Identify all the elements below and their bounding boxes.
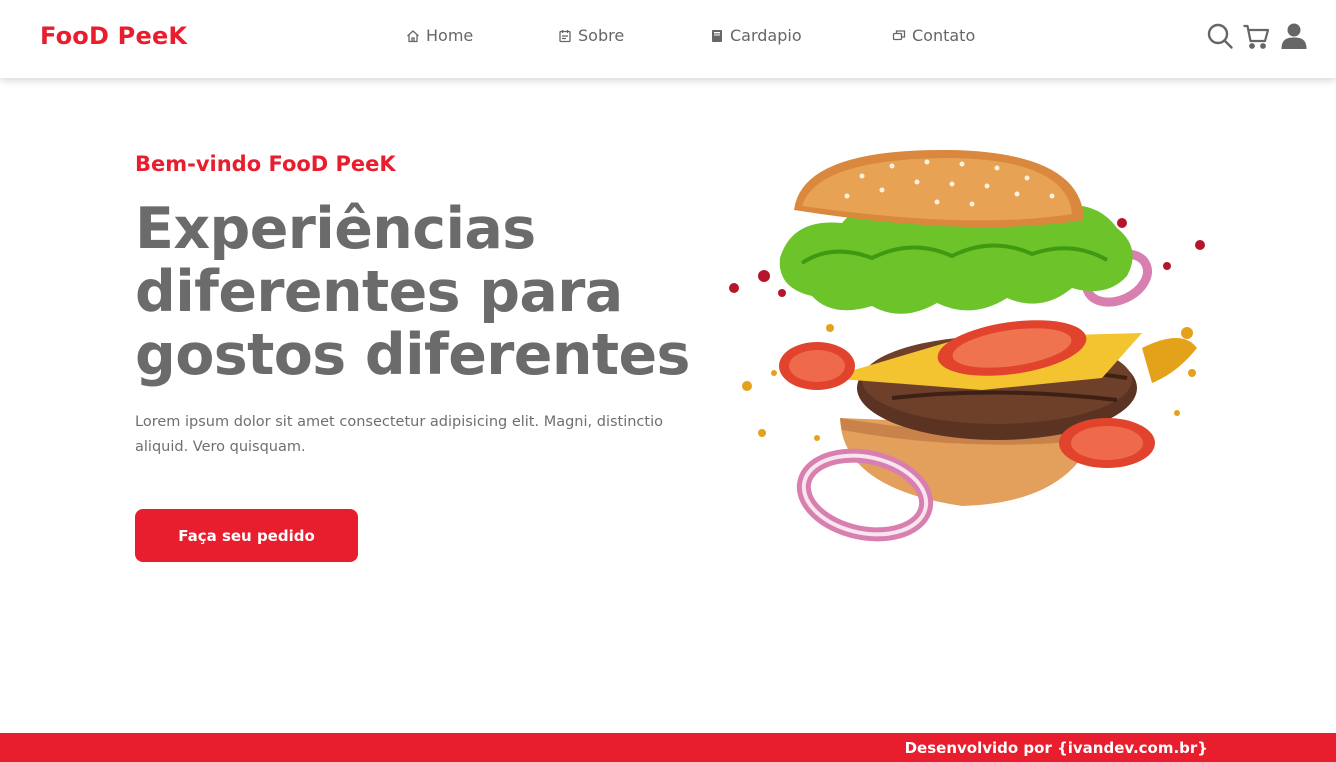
navbar: FooD PeeK Home Sobre Cardapio Contato: [0, 0, 1336, 78]
nav-item-label: Sobre: [578, 26, 625, 45]
book-icon: [712, 29, 722, 42]
nav-item-sobre[interactable]: Sobre: [558, 26, 624, 45]
search-icon[interactable]: [1206, 22, 1234, 50]
home-icon: [407, 29, 419, 42]
nav-item-home[interactable]: Home: [406, 26, 473, 45]
cart-icon[interactable]: [1242, 22, 1270, 50]
order-button[interactable]: Faça seu pedido: [135, 509, 358, 562]
footer: Desenvolvido por {ivandev.com.br}: [0, 733, 1336, 762]
user-icon[interactable]: [1280, 22, 1308, 50]
hero-description: Lorem ipsum dolor sit amet consectetur a…: [135, 414, 663, 455]
nav-item-label: Cardapio: [730, 26, 802, 45]
footer-credit[interactable]: Desenvolvido por {ivandev.com.br}: [905, 739, 1208, 757]
burger-image: [729, 149, 1205, 542]
hero-title: Experiências diferentes para gostos dife…: [135, 198, 735, 387]
logo[interactable]: FooD PeeK: [40, 22, 187, 50]
hero-title-line: Experiências: [135, 196, 536, 262]
nav-item-label: Contato: [912, 26, 976, 45]
nav-item-label: Home: [426, 26, 474, 45]
calendar-icon: [559, 29, 571, 42]
hero-title-line: gostos diferentes: [135, 322, 690, 388]
nav-item-contato[interactable]: Contato: [892, 26, 975, 45]
hero-subtitle: Bem-vindo FooD PeeK: [135, 152, 396, 176]
nav-item-cardapio[interactable]: Cardapio: [710, 26, 802, 45]
chat-icon: [892, 29, 906, 40]
hero-title-line: diferentes para: [135, 259, 623, 325]
